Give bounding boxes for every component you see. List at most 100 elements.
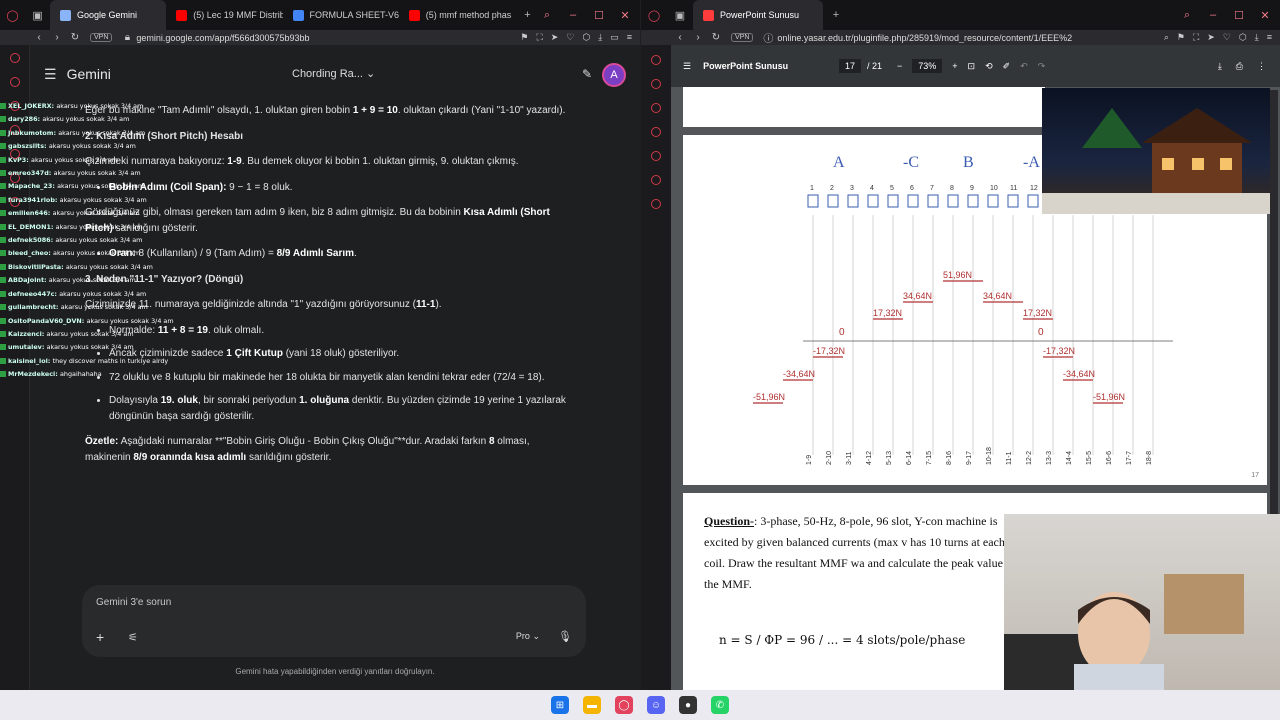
tools-icon[interactable]: ⚟ <box>128 631 138 644</box>
sidebar-bag-icon[interactable] <box>651 79 661 89</box>
extensions-icon[interactable]: ⬡ <box>582 32 590 43</box>
minimize-icon[interactable]: – <box>1206 9 1220 21</box>
sidebar-home-icon[interactable] <box>651 55 661 65</box>
chat-text: akarsu yokus sokak 3/4 am <box>59 195 147 204</box>
back-icon[interactable]: ‹ <box>671 32 689 43</box>
chat-username: OsitoPandaV60_DVN: <box>8 316 87 325</box>
avatar[interactable]: A <box>602 63 626 87</box>
forward-icon[interactable]: › <box>689 32 707 43</box>
slot-box <box>987 194 999 208</box>
print-icon[interactable]: ⎙ <box>1236 61 1243 72</box>
download-icon[interactable]: ⤓ <box>1255 32 1259 43</box>
send-icon[interactable]: ➤ <box>1207 32 1215 43</box>
new-chat-icon[interactable]: ✎ <box>582 67 592 81</box>
reload-icon[interactable]: ↻ <box>707 32 725 43</box>
tab-formula-sheet[interactable]: FORMULA SHEET-V6 <box>283 0 399 30</box>
wallet-icon[interactable]: ▭ <box>610 32 619 43</box>
vpn-badge[interactable]: VPN <box>90 33 113 42</box>
discord-icon[interactable]: ☺ <box>647 696 665 714</box>
whatsapp-icon[interactable]: ✆ <box>711 696 729 714</box>
chat-text: akarsu yokus sokak 3/4 am <box>53 249 141 258</box>
bookmark-icon[interactable]: ⚑ <box>1177 32 1185 43</box>
browser-logo-icon[interactable]: ◯ <box>0 0 25 30</box>
slot-pair-label: 8-16 <box>946 451 953 465</box>
zoom-in-icon[interactable]: + <box>952 61 957 71</box>
chat-text: akarsu yokus sokak 3/4 am <box>86 316 174 325</box>
search-tabs-icon[interactable]: ⌕ <box>540 9 554 22</box>
hamburger-menu-icon[interactable]: ☰ <box>44 66 57 83</box>
close-icon[interactable]: ✕ <box>1258 9 1272 22</box>
redo-icon[interactable]: ↷ <box>1038 61 1046 72</box>
model-selector[interactable]: Pro ⌄ <box>516 631 540 642</box>
tab-powerpoint[interactable]: PowerPoint Sunusu <box>693 0 823 30</box>
obs-icon[interactable]: ● <box>679 696 697 714</box>
sidebar-youtube-icon[interactable] <box>651 127 661 137</box>
prompt-input[interactable]: Gemini 3'e sorun <box>96 597 171 608</box>
microphone-icon[interactable]: 🎙︎ <box>558 630 572 643</box>
zoom-input[interactable]: 73% <box>912 59 943 73</box>
file-explorer-icon[interactable]: ▬ <box>583 696 601 714</box>
chat-title-dropdown[interactable]: Chording Ra... ⌄ <box>292 67 375 80</box>
heart-icon[interactable]: ♡ <box>566 32 574 43</box>
add-icon[interactable]: + <box>96 629 104 645</box>
annotate-icon[interactable]: ✐ <box>1003 61 1011 72</box>
back-icon[interactable]: ‹ <box>30 32 48 43</box>
maximize-icon[interactable]: ☐ <box>1232 9 1246 22</box>
slot-box <box>807 194 819 208</box>
bookmark-icon[interactable]: ⚑ <box>520 32 528 43</box>
sidebar-settings-icon[interactable] <box>651 199 661 209</box>
url-field[interactable]: online.yasar.edu.tr/pluginfile.php/28591… <box>777 33 1163 43</box>
tab-lec19[interactable]: (5) Lec 19 MMF Distrib <box>166 0 283 30</box>
tab-menu-icon[interactable]: ▣ <box>667 0 693 30</box>
phase-label: A <box>833 154 845 171</box>
chat-text: akarsu yokus sokak 3/4 am <box>46 343 134 352</box>
mmf-label: -17,32N <box>1043 346 1075 356</box>
tab-mmf-method[interactable]: (5) mmf method phas <box>399 0 515 30</box>
sidebar-bag-icon[interactable] <box>9 77 20 87</box>
menu-icon[interactable]: ≡ <box>1267 32 1272 43</box>
sidebar-x-icon[interactable] <box>651 175 661 185</box>
sidebar-home-icon[interactable] <box>9 53 20 63</box>
chat-text: akarsu yokus sokak 3/4 am <box>48 276 136 285</box>
sidebar-toggle-icon[interactable]: ☰ <box>683 61 691 72</box>
forward-icon[interactable]: › <box>48 32 66 43</box>
download-icon[interactable]: ⤓ <box>598 32 602 43</box>
sidebar-history-icon[interactable] <box>651 103 661 113</box>
chat-message: BiskovitliPasta: akarsu yokus sokak 3/4 … <box>0 261 190 274</box>
vpn-badge[interactable]: VPN <box>731 33 754 42</box>
page-number-input[interactable]: 17 <box>839 59 862 73</box>
sidebar-twitch-icon[interactable] <box>651 151 661 161</box>
rotate-icon[interactable]: ⟲ <box>985 61 993 72</box>
heart-icon[interactable]: ♡ <box>1223 32 1231 43</box>
chat-message: Jnbkumotom: akarsu yokus sokak 3/4 am <box>0 127 190 140</box>
undo-icon[interactable]: ↶ <box>1020 61 1028 72</box>
extensions-icon[interactable]: ⬡ <box>1239 32 1247 43</box>
close-icon[interactable]: ✕ <box>618 9 632 22</box>
screenshot-icon[interactable]: ⛶ <box>536 32 542 43</box>
download-icon[interactable]: ⤓ <box>1218 61 1222 72</box>
minimize-icon[interactable]: – <box>566 9 580 21</box>
send-icon[interactable]: ➤ <box>551 32 559 43</box>
tab-menu-icon[interactable]: ▣ <box>25 0 50 30</box>
zoom-icon[interactable]: ⌕ <box>1164 32 1169 43</box>
screenshot-icon[interactable]: ⛶ <box>1193 32 1199 43</box>
maximize-icon[interactable]: ☐ <box>592 9 606 22</box>
browser-logo-icon[interactable]: ◯ <box>641 0 667 30</box>
fit-page-icon[interactable]: ⊡ <box>968 61 976 72</box>
menu-icon[interactable]: ≡ <box>627 32 632 43</box>
more-icon[interactable]: ⋮ <box>1257 61 1266 72</box>
windows-start-icon[interactable]: ⊞ <box>551 696 569 714</box>
zoom-out-icon[interactable]: − <box>897 61 902 71</box>
tab-gemini[interactable]: Google Gemini <box>50 0 167 30</box>
handwritten-formula: n = S / ΦP = 96 / ... = 4 slots/pole/pha… <box>719 633 966 647</box>
prompt-box[interactable]: Gemini 3'e sorun + ⚟ Pro ⌄ 🎙︎ <box>82 585 586 657</box>
chat-message: MrMezdekeci: ahgaihahaha <box>0 368 190 381</box>
opera-browser-icon[interactable]: ◯ <box>615 696 633 714</box>
new-tab-icon[interactable]: + <box>823 0 849 30</box>
search-tabs-icon[interactable]: ⌕ <box>1180 9 1194 22</box>
reload-icon[interactable]: ↻ <box>66 32 84 43</box>
new-tab-icon[interactable]: + <box>515 0 540 30</box>
mmf-label: -17,32N <box>813 346 845 356</box>
mmf-label: -51,96N <box>1093 392 1125 402</box>
url-field[interactable]: gemini.google.com/app/f566d300575b93bb <box>136 33 520 43</box>
